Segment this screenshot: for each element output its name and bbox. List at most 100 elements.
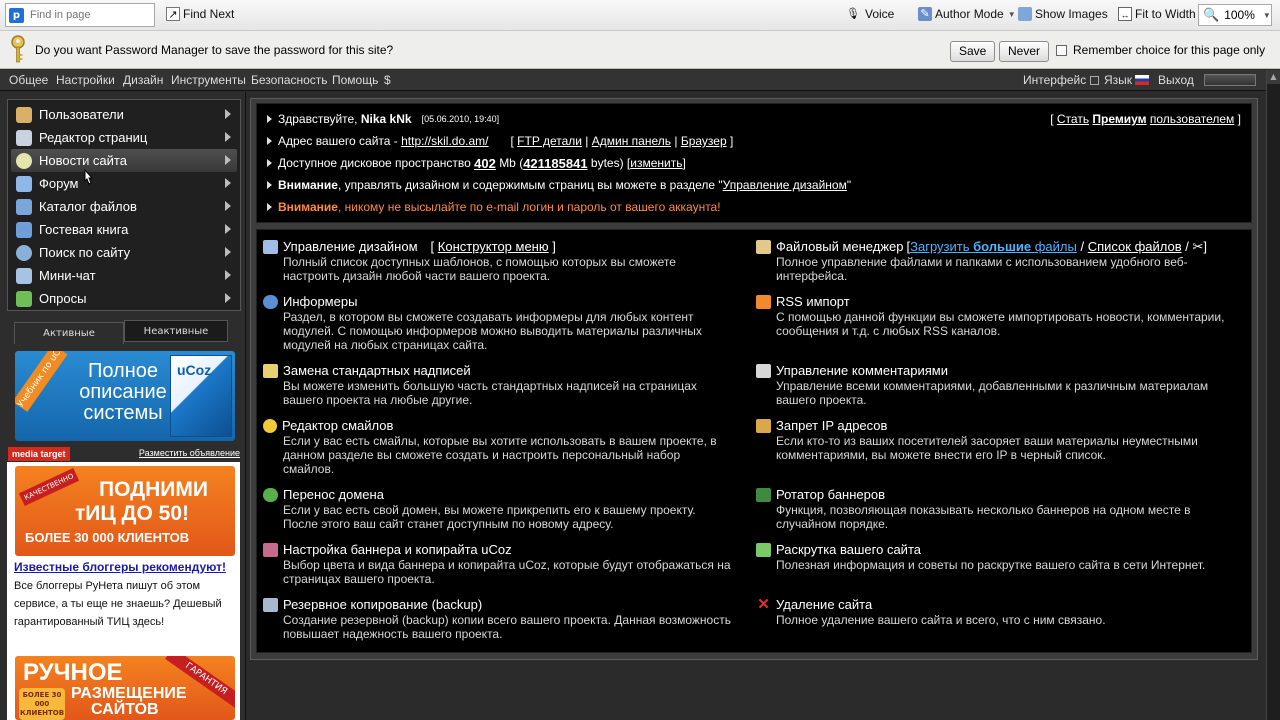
site-address-row: Адрес вашего сайта - http://skil.do.am/ … (265, 130, 1243, 152)
banner3-line3: САЙТОВ (91, 701, 159, 718)
arrow-right-icon (225, 178, 231, 188)
chevron-down-icon: ▼ (1262, 10, 1271, 20)
menu-item-file-catalog[interactable]: Каталог файлов (11, 195, 237, 218)
save-password-button[interactable]: Save (950, 41, 996, 62)
banner2-line3: БОЛЕЕ 30 000 КЛИЕНТОВ (25, 530, 190, 545)
nav-item-general[interactable]: Общее (9, 73, 48, 87)
password-manager-bar: Do you want Password Manager to save the… (0, 31, 1280, 69)
vertical-scrollbar[interactable]: ▲ (1266, 70, 1280, 720)
design-management-link[interactable]: Управление дизайном (723, 178, 847, 192)
banner2-line1: ПОДНИМИ (99, 478, 208, 501)
nav-item-settings[interactable]: Настройки (56, 73, 115, 87)
menu-constructor-link[interactable]: Конструктор меню (438, 239, 549, 254)
ip-ban-icon (756, 418, 771, 433)
promotion-icon (756, 542, 771, 557)
tab-inactive[interactable]: Неактивные (124, 320, 228, 342)
scissors-icon[interactable]: ✂ (1193, 239, 1204, 255)
ftp-details-link[interactable]: FTP детали (517, 134, 582, 148)
mediatarget-logo: media target (8, 447, 70, 461)
show-images-button[interactable]: Show Images (1018, 7, 1108, 21)
nav-item-security[interactable]: Безопасность (251, 73, 328, 87)
menu-item-polls[interactable]: Опросы (11, 287, 237, 310)
find-next-button[interactable]: ↗ Find Next (166, 7, 234, 21)
microphone-icon: 🎙 (846, 8, 860, 20)
width-slider[interactable] (1204, 74, 1256, 86)
banner2-line2: тИЦ ДО 50! (75, 502, 190, 525)
greeting-row: Здравствуйте, Nika kNk [05.06.2010, 19:4… (265, 108, 1243, 130)
disk-space-row: Доступное дисковое пространство 402 Mb (… (265, 152, 1243, 174)
author-mode-button[interactable]: ✎ Author Mode ▼ (918, 7, 1016, 21)
comments-icon (756, 363, 771, 378)
polls-icon (16, 290, 32, 307)
design-icon (263, 239, 278, 254)
never-button[interactable]: Never (999, 41, 1050, 62)
menu-item-page-editor[interactable]: Редактор страниц (11, 126, 237, 149)
bullet-icon (267, 181, 272, 189)
feature-ip-ban: Запрет IP адресов Если кто-то из ваших п… (756, 417, 1226, 462)
nav-item-billing[interactable]: $ (384, 73, 391, 87)
nav-item-help[interactable]: Помощь (332, 73, 378, 87)
key-icon (11, 35, 25, 63)
menu-item-minichat[interactable]: Мини-чат (11, 264, 237, 287)
file-catalog-icon (16, 198, 32, 215)
find-input[interactable] (30, 9, 148, 21)
logout-link[interactable]: Выход (1158, 73, 1194, 87)
feature-design-management: Управление дизайном [ Конструктор меню ]… (263, 238, 733, 283)
bullet-icon (267, 203, 272, 211)
manual-placement-banner[interactable]: РУЧНОЕ ГАРАНТИЯ БОЛЕЕ 30 000 КЛИЕНТОВ РА… (15, 656, 235, 720)
menu-item-users[interactable]: Пользователи (11, 103, 237, 126)
image-icon (1018, 7, 1032, 21)
attention-password-row: Внимание, никому не высылайте по e-mail … (265, 196, 1243, 218)
password-prompt: Do you want Password Manager to save the… (35, 43, 394, 57)
promo-text: Все блоггеры РуНета пишут об этом сервис… (14, 580, 222, 628)
menu-item-site-search[interactable]: Поиск по сайту (11, 241, 237, 264)
arrow-right-icon (225, 201, 231, 211)
fit-to-width-button[interactable]: ↔ Fit to Width (1118, 7, 1196, 21)
remember-choice[interactable]: Remember choice for this page only (1056, 43, 1265, 57)
nav-item-design[interactable]: Дизайн (123, 73, 163, 87)
tab-active[interactable]: Активные (14, 322, 124, 344)
ucoz-box-image: uCoz (170, 355, 232, 437)
find-box[interactable]: p (5, 3, 155, 27)
nav-item-tools[interactable]: Инструменты (171, 73, 246, 87)
menu-item-guestbook[interactable]: Гостевая книга (11, 218, 237, 241)
tic-banner[interactable]: КАЧЕСТВЕННО ПОДНИМИ тИЦ ДО 50! БОЛЕЕ 30 … (15, 466, 235, 556)
browser-link[interactable]: Браузер (681, 134, 727, 148)
promo-block: Известные блоггеры рекомендуют! Все блог… (14, 561, 238, 631)
bullet-icon (267, 115, 272, 123)
menu-item-site-news[interactable]: Новости сайта (11, 149, 237, 172)
tutorial-ribbon: Учебник по uCoz (15, 351, 69, 412)
promo-title[interactable]: Известные блоггеры рекомендуют! (14, 561, 238, 574)
banner1-line2: описание (79, 381, 167, 403)
chevron-down-icon: ▼ (1007, 9, 1016, 19)
browser-toolbar: p ↗ Find Next 🎙 Voice ✎ Author Mode ▼ Sh… (0, 0, 1280, 31)
feature-backup: Резервное копирование (backup) Создание … (263, 596, 733, 641)
module-menu: Пользователи Редактор страниц Новости са… (7, 99, 241, 311)
tutorial-banner[interactable]: Учебник по uCoz Полное описание системы … (15, 351, 235, 441)
interface-toggle[interactable]: Интерфейс (1023, 73, 1099, 87)
remember-checkbox[interactable] (1056, 44, 1067, 56)
quality-ribbon: КАЧЕСТВЕННО (18, 467, 80, 507)
bullet-icon (267, 137, 272, 145)
upload-large-files-link[interactable]: Загрузить большие файлы (910, 239, 1077, 254)
interface-checkbox-icon (1089, 76, 1099, 85)
site-url-link[interactable]: http://skil.do.am/ (401, 134, 488, 148)
guestbook-icon (16, 221, 32, 238)
change-disk-link[interactable]: изменить (630, 156, 682, 170)
bullet-icon (267, 159, 272, 167)
labels-icon (263, 363, 278, 378)
place-ad-link[interactable]: Разместить объявление (139, 448, 240, 458)
premium-link[interactable]: [ Стать Премиум пользователем ] (1050, 112, 1241, 126)
menu-item-forum[interactable]: Форум (11, 172, 237, 195)
forum-icon (16, 175, 32, 192)
feature-site-promotion: Раскрутка вашего сайта Полезная информац… (756, 541, 1226, 572)
arrow-right-icon (225, 109, 231, 119)
language-selector[interactable]: Язык (1104, 73, 1150, 87)
file-list-link[interactable]: Список файлов (1088, 239, 1182, 254)
scroll-up-icon[interactable]: ▲ (1267, 70, 1280, 84)
voice-button[interactable]: 🎙 Voice (846, 7, 894, 21)
admin-panel-link[interactable]: Админ панель (592, 134, 671, 148)
zoom-select[interactable]: 🔍 100% ▼ (1198, 4, 1272, 26)
feature-replace-labels: Замена стандартных надписей Вы можете из… (263, 362, 733, 407)
feature-informers: Информеры Раздел, в котором вы сможете с… (263, 293, 733, 352)
